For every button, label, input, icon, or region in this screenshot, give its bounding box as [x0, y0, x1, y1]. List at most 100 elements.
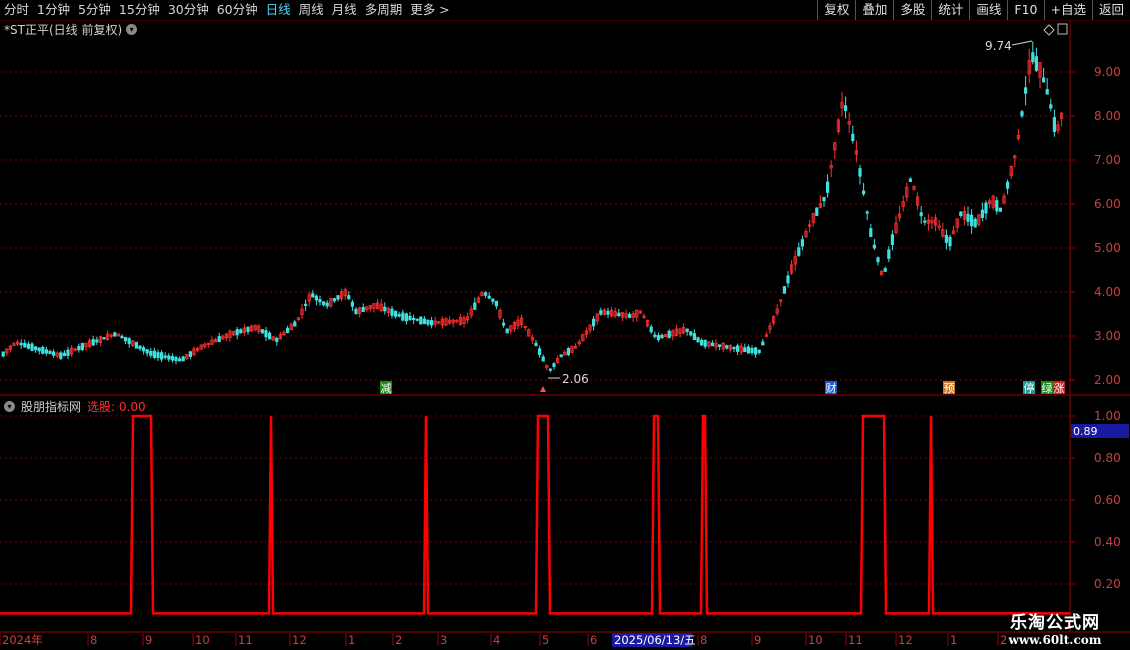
- candle-body: [973, 218, 977, 228]
- candle-body: [311, 293, 315, 298]
- candle-body: [19, 342, 23, 346]
- candle-body: [592, 318, 596, 327]
- candle-body: [134, 341, 138, 349]
- watermark-logo: 乐淘公式网 www.60lt.com: [985, 608, 1125, 650]
- candle-body: [37, 347, 41, 352]
- candle-body: [138, 345, 142, 350]
- candle-body: [797, 247, 801, 256]
- stock-title: *ST正平(日线 前复权): [4, 23, 123, 37]
- x-axis-label: 2: [395, 633, 402, 647]
- indicator-tick-label: 0.40: [1094, 535, 1121, 549]
- x-axis-label: 12: [292, 633, 307, 647]
- candle-body: [970, 214, 974, 227]
- candle-body: [851, 133, 855, 141]
- candle-body: [264, 330, 268, 338]
- candle-body: [393, 310, 398, 317]
- candle-body: [152, 350, 156, 358]
- candle-body: [401, 312, 405, 321]
- x-axis-label: 5: [542, 633, 549, 647]
- event-marker-text: 预: [944, 382, 955, 395]
- candle-body: [235, 329, 239, 336]
- candle-body: [559, 354, 563, 358]
- candle-body: [743, 347, 747, 353]
- candle-body: [473, 302, 477, 310]
- candle-body: [422, 318, 427, 325]
- candle-body: [354, 308, 358, 315]
- candle-body: [404, 313, 409, 322]
- candle-body: [141, 347, 146, 352]
- candle-body: [66, 349, 70, 356]
- x-axis-label: 1: [950, 633, 957, 647]
- candle-body: [980, 209, 985, 218]
- candle-body: [156, 352, 160, 359]
- candle-body: [858, 168, 862, 177]
- candle-body: [95, 339, 99, 343]
- candle-body: [908, 178, 913, 182]
- candle-body: [293, 321, 297, 327]
- chevron-down-icon[interactable]: ▾: [4, 401, 15, 412]
- price-tick-label: 9.00: [1094, 65, 1121, 79]
- candle-body: [80, 342, 84, 351]
- candle-body: [77, 345, 81, 351]
- candle-body: [325, 302, 329, 307]
- candle-body: [566, 348, 571, 356]
- x-axis-label: 11: [238, 633, 253, 647]
- candle-body: [757, 349, 761, 354]
- candle-body: [44, 349, 49, 354]
- candle-body: [275, 337, 279, 342]
- x-axis-label: 9: [754, 633, 761, 647]
- x-axis-label: 6: [590, 633, 597, 647]
- candle-body: [700, 339, 704, 346]
- candle-body: [538, 348, 542, 355]
- candle-body: [548, 368, 553, 371]
- candle-body: [188, 351, 192, 357]
- main-chart-title: *ST正平(日线 前复权) ▾: [4, 21, 138, 38]
- candle-body: [869, 228, 873, 237]
- candle-body: [1006, 181, 1010, 189]
- candle-body: [710, 342, 715, 347]
- cursor-date-label: 2025/06/13/五: [614, 633, 696, 647]
- candle-body: [174, 357, 178, 362]
- price-tick-label: 8.00: [1094, 109, 1121, 123]
- price-tick-label: 5.00: [1094, 241, 1121, 255]
- indicator-tick-label: 0.80: [1094, 451, 1121, 465]
- candle-body: [494, 300, 499, 307]
- candle-body: [984, 202, 988, 214]
- candle-body: [487, 295, 491, 299]
- candle-body: [260, 329, 265, 334]
- chevron-down-icon[interactable]: ▾: [126, 24, 138, 35]
- candle-body: [1024, 87, 1028, 94]
- candle-body: [41, 347, 45, 354]
- candle-body: [390, 308, 394, 316]
- candle-body: [120, 335, 124, 339]
- candle-body: [948, 236, 952, 247]
- candle-body: [145, 349, 149, 354]
- event-marker-text: 停: [1024, 381, 1035, 395]
- candle-body: [30, 343, 34, 351]
- current-value-label: 0.89: [1073, 425, 1098, 438]
- candle-body: [1031, 52, 1035, 63]
- candle-body: [599, 310, 603, 315]
- candle-body: [685, 328, 689, 332]
- candle-body: [501, 322, 506, 326]
- kline-chart[interactable]: 9.00 8.00 7.00 6.00 5.00 4.00 3.00 2.00 1.00 0.80…: [0, 0, 1130, 650]
- candle-body: [653, 334, 657, 337]
- candle-body: [754, 347, 758, 355]
- candle-body: [361, 306, 365, 312]
- candle-body: [113, 332, 117, 337]
- x-axis-label: 12: [898, 633, 913, 647]
- candle-body: [667, 330, 671, 339]
- price-tick-label: 3.00: [1094, 329, 1121, 343]
- candle-body: [782, 286, 787, 294]
- candle-body: [91, 339, 95, 346]
- x-axis-label: 8: [700, 633, 707, 647]
- candle-body: [415, 318, 419, 321]
- candle-body: [505, 328, 509, 334]
- candle-body: [332, 298, 337, 302]
- candle-body: [883, 268, 887, 272]
- diamond-icon: [1043, 24, 1055, 36]
- candle-body: [102, 337, 106, 340]
- candle-body: [177, 358, 182, 362]
- x-axis-label: 9: [145, 633, 152, 647]
- candle-body: [124, 336, 128, 342]
